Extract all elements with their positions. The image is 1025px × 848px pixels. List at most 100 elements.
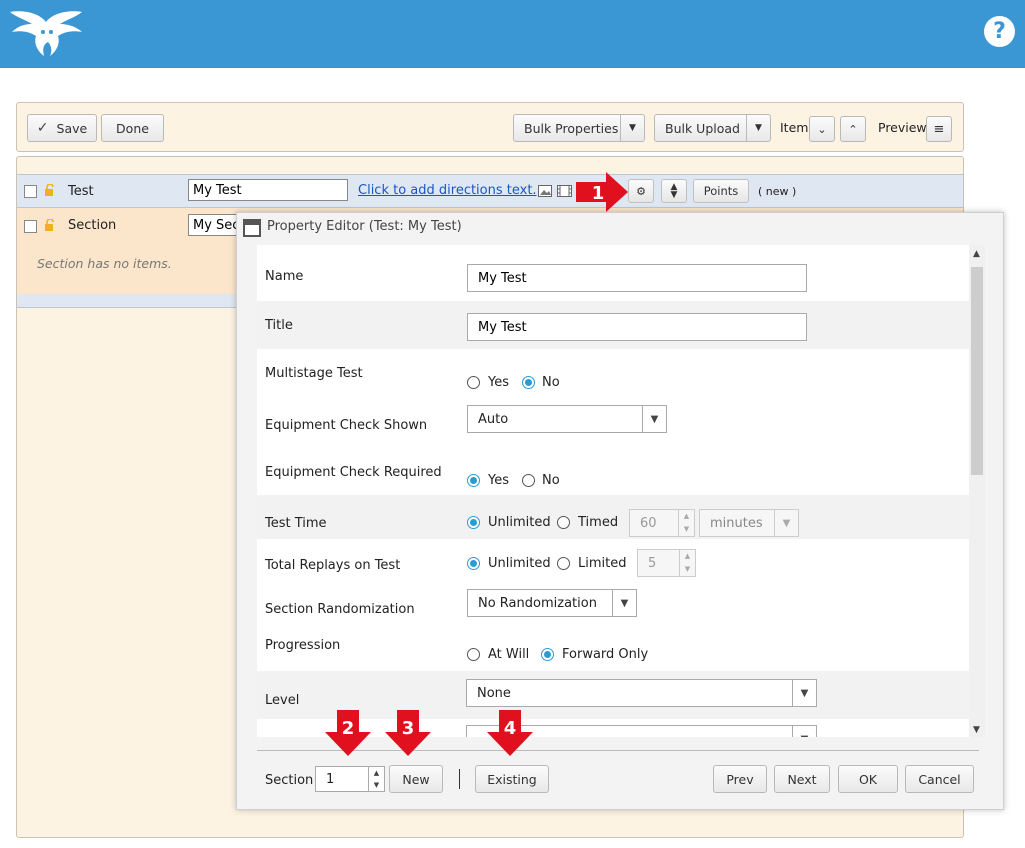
prev-label: Prev: [726, 771, 754, 787]
test-row-checkbox[interactable]: [24, 185, 37, 198]
section-row-checkbox[interactable]: [24, 220, 37, 233]
property-row-name: Name: [257, 245, 969, 301]
replays-limited-radio[interactable]: [557, 557, 570, 570]
done-button[interactable]: Done: [101, 114, 164, 142]
replays-unlimited-radio[interactable]: [467, 557, 480, 570]
existing-section-button[interactable]: Existing: [475, 765, 549, 793]
multistage-no-radio[interactable]: [522, 376, 535, 389]
prev-button[interactable]: Prev: [713, 765, 767, 793]
item-label: Item: [780, 120, 809, 135]
property-list-scrollbar[interactable]: ▲ ▼: [969, 245, 985, 737]
equipment-required-label: Equipment Check Required: [265, 465, 442, 480]
property-list[interactable]: Name Title Multistage Test Yes No Equipm…: [257, 245, 985, 737]
dialog-title: Property Editor (Test: My Test): [267, 219, 462, 234]
multistage-label: Multistage Test: [265, 366, 363, 381]
bulk-upload-button[interactable]: Bulk Upload ▼: [654, 114, 771, 142]
stepper-arrows-icon[interactable]: ▲ ▼: [679, 550, 695, 576]
progression-forward-only-radio[interactable]: [541, 648, 554, 661]
help-icon[interactable]: ?: [984, 16, 1015, 47]
preview-label: Preview: [878, 120, 927, 135]
equipment-required-yes-radio[interactable]: [467, 474, 480, 487]
property-row-randomization: Section Randomization No Randomization ▼: [257, 585, 969, 631]
stepper-arrows-icon[interactable]: ▲ ▼: [368, 767, 384, 791]
randomization-select[interactable]: No Randomization ▼: [467, 589, 637, 617]
callout-number-2: 2: [342, 718, 355, 739]
property-row-equipment-required: Equipment Check Required Yes No: [257, 447, 969, 495]
equipment-shown-select[interactable]: Auto ▼: [467, 405, 667, 433]
level-label: Level: [265, 693, 300, 708]
level-select[interactable]: None ▼: [466, 679, 817, 707]
new-section-button[interactable]: New: [389, 765, 443, 793]
scroll-up-icon[interactable]: ▲: [973, 249, 980, 259]
replays-label: Total Replays on Test: [265, 558, 401, 573]
sort-icon: ▲ ▼: [670, 182, 678, 200]
scrollbar-thumb[interactable]: [971, 267, 983, 475]
new-label: New: [402, 771, 430, 787]
window-icon: [243, 219, 261, 237]
test-name-input[interactable]: [188, 179, 348, 201]
callout-arrow-1: 1: [576, 172, 628, 212]
callout-arrow-4: 4: [487, 710, 533, 756]
toolbar: ✓ Save Done Bulk Properties ▼ Bulk Uploa…: [16, 102, 964, 152]
test-time-amount-stepper[interactable]: 60 ▲ ▼: [629, 509, 695, 537]
item-next-button[interactable]: ⌄: [809, 116, 835, 142]
next-button[interactable]: Next: [774, 765, 830, 793]
save-button[interactable]: ✓ Save: [27, 114, 97, 142]
progression-at-will-radio[interactable]: [467, 648, 480, 661]
name-input[interactable]: [467, 264, 807, 292]
property-row-equipment-shown: Equipment Check Shown Auto ▼: [257, 401, 969, 447]
cancel-button[interactable]: Cancel: [905, 765, 974, 793]
item-prev-button[interactable]: ⌃: [840, 116, 866, 142]
callout-number-1: 1: [592, 183, 605, 204]
chevron-down-icon[interactable]: ▼: [620, 115, 644, 141]
section-stepper[interactable]: 1 ▲ ▼: [315, 766, 385, 792]
ok-button[interactable]: OK: [838, 765, 898, 793]
callout-number-4: 4: [504, 718, 517, 739]
preview-menu-button[interactable]: ≡: [926, 116, 952, 142]
replays-unlimited-label: Unlimited: [488, 556, 551, 571]
scroll-down-icon[interactable]: ▼: [973, 725, 980, 735]
title-input[interactable]: [467, 313, 807, 341]
bulk-properties-button[interactable]: Bulk Properties ▼: [513, 114, 645, 142]
test-time-unlimited-radio[interactable]: [467, 516, 480, 529]
callout-arrow-2: 2: [325, 710, 371, 756]
points-button[interactable]: Points: [693, 179, 749, 203]
video-icon[interactable]: [557, 185, 572, 197]
test-time-timed-radio[interactable]: [557, 516, 570, 529]
test-time-unit-value: minutes: [710, 516, 763, 531]
test-time-amount-value: 60: [640, 516, 657, 531]
equipment-required-no-label: No: [542, 473, 560, 488]
equipment-required-no-radio[interactable]: [522, 474, 535, 487]
unlock-icon[interactable]: [44, 219, 56, 231]
image-icon[interactable]: [538, 185, 552, 197]
directions-link[interactable]: Click to add directions text.: [358, 183, 537, 198]
stepper-arrows-icon[interactable]: ▲ ▼: [678, 510, 694, 536]
section-row-label: Section: [68, 218, 117, 233]
equipment-shown-label: Equipment Check Shown: [265, 418, 428, 433]
app-header: ?: [0, 0, 1025, 68]
owl-logo-icon[interactable]: [8, 8, 84, 58]
check-icon: ✓: [36, 120, 49, 136]
replays-amount-stepper[interactable]: 5 ▲ ▼: [637, 549, 696, 577]
unlock-icon[interactable]: [44, 184, 56, 196]
settings-button[interactable]: ⚙: [628, 179, 654, 203]
chevron-up-icon: ⌃: [848, 122, 858, 136]
done-label: Done: [116, 120, 149, 136]
reorder-button[interactable]: ▲ ▼: [661, 179, 687, 203]
test-row[interactable]: Test Click to add directions text. ⚙ ▲▼ …: [17, 174, 963, 208]
progression-label: Progression: [265, 638, 341, 653]
chevron-down-icon: ▼: [774, 510, 798, 536]
test-time-unit-select[interactable]: minutes ▼: [699, 509, 799, 537]
name-label: Name: [265, 269, 304, 284]
multistage-yes-radio[interactable]: [467, 376, 480, 389]
randomization-value: No Randomization: [478, 596, 597, 611]
chevron-down-icon: ⌄: [817, 122, 827, 136]
randomization-label: Section Randomization: [265, 602, 415, 617]
replays-limited-label: Limited: [578, 556, 627, 571]
chevron-down-icon[interactable]: ▼: [746, 115, 770, 141]
chevron-down-icon: ▼: [612, 590, 636, 616]
section-empty-text: Section has no items.: [37, 256, 172, 271]
property-row-multistage: Multistage Test Yes No: [257, 349, 969, 401]
callout-arrow-3: 3: [385, 710, 431, 756]
chevron-down-icon: ▼: [642, 406, 666, 432]
